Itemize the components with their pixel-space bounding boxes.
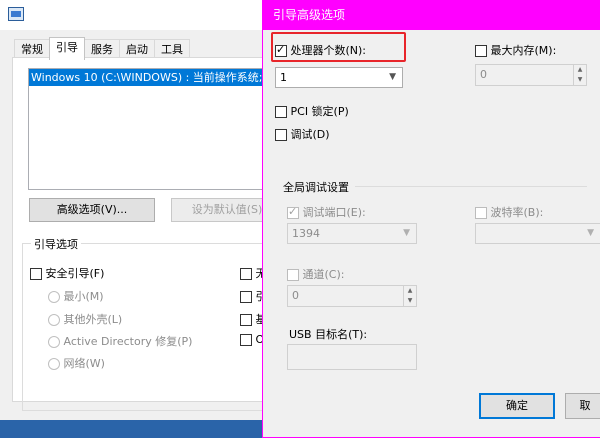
max-memory-label: 最大内存(M): [490, 44, 557, 57]
max-memory-value: 0 [480, 68, 487, 81]
cancel-button[interactable]: 取 [565, 393, 600, 419]
radio-ad-repair-option[interactable]: Active Directory 修复(P) [48, 333, 192, 349]
stepper-arrows-icon[interactable]: ▲ ▼ [403, 286, 416, 306]
baud-rate-checkbox[interactable] [475, 207, 487, 219]
radio-network-option[interactable]: 网络(W) [48, 355, 105, 371]
window-titlebar [0, 0, 271, 30]
channel-value: 0 [292, 289, 299, 302]
radio-ad-repair[interactable] [48, 336, 60, 348]
os-list[interactable]: Windows 10 (C:\WINDOWS) : 当前操作系统; 默 [28, 68, 278, 190]
radio-network-label: 网络(W) [63, 357, 105, 370]
ok-button[interactable]: 确定 [479, 393, 555, 419]
dialog-titlebar[interactable]: 引导高级选项 [263, 1, 600, 30]
channel-option[interactable]: 通道(C): [287, 266, 344, 282]
num-processors-select[interactable]: 1 ▼ [275, 67, 403, 88]
right-checkbox-4[interactable] [240, 334, 252, 346]
global-debug-label: 全局调试设置 [283, 181, 349, 194]
usb-target-input[interactable] [287, 344, 417, 370]
right-option-4[interactable]: O [240, 333, 264, 346]
num-processors-value: 1 [280, 71, 287, 84]
dialog-body: 处理器个数(N): 1 ▼ 最大内存(M): 0 ▲▼ PCI 锁定(P) 调试… [263, 30, 600, 437]
pci-lock-checkbox[interactable] [275, 106, 287, 118]
tab-boot[interactable]: 引导 [49, 37, 85, 60]
debug-checkbox[interactable] [275, 129, 287, 141]
radio-alt-shell[interactable] [48, 314, 60, 326]
max-memory-option[interactable]: 最大内存(M): [475, 42, 556, 58]
system-configuration-window: 常规 引导 服务 启动 工具 Windows 10 (C:\WINDOWS) :… [0, 0, 283, 420]
section-divider [355, 186, 587, 187]
channel-stepper[interactable]: 0 ▲ ▼ [287, 285, 417, 307]
boot-advanced-options-dialog: 引导高级选项 处理器个数(N): 1 ▼ 最大内存(M): 0 ▲▼ PCI 锁… [262, 0, 600, 438]
debug-port-checkbox[interactable] [287, 205, 299, 219]
debug-port-value: 1394 [292, 227, 320, 240]
max-memory-checkbox[interactable] [475, 45, 487, 57]
window-body: 常规 引导 服务 启动 工具 Windows 10 (C:\WINDOWS) :… [0, 30, 283, 420]
pci-lock-label: PCI 锁定(P) [290, 105, 349, 118]
radio-alt-shell-label: 其他外壳(L) [63, 313, 123, 326]
usb-target-label: USB 目标名(T): [289, 328, 368, 341]
chevron-down-icon: ▼ [587, 228, 594, 238]
safe-boot-label: 安全引导(F) [45, 267, 105, 280]
right-checkbox-1[interactable] [240, 268, 252, 280]
os-list-item[interactable]: Windows 10 (C:\WINDOWS) : 当前操作系统; 默 [29, 69, 277, 86]
debug-label: 调试(D) [290, 128, 330, 141]
radio-network[interactable] [48, 358, 60, 370]
right-checkbox-2[interactable] [240, 291, 252, 303]
radio-minimal[interactable] [48, 291, 60, 303]
baud-rate-label: 波特率(B): [490, 206, 544, 219]
radio-minimal-option[interactable]: 最小(M) [48, 288, 104, 304]
max-memory-stepper[interactable]: 0 ▲ ▼ [475, 64, 587, 86]
radio-ad-repair-label: Active Directory 修复(P) [63, 335, 193, 348]
boot-options-label: 引导选项 [31, 236, 81, 252]
radio-alt-shell-option[interactable]: 其他外壳(L) [48, 311, 122, 327]
radio-minimal-label: 最小(M) [63, 290, 104, 303]
channel-label: 通道(C): [302, 268, 345, 281]
safe-boot-checkbox[interactable] [30, 268, 42, 280]
debug-port-select[interactable]: 1394 ▼ [287, 223, 417, 244]
app-icon [8, 7, 24, 21]
chevron-down-icon: ▼ [403, 228, 410, 238]
baud-rate-select[interactable]: ▼ [475, 223, 600, 244]
baud-rate-option[interactable]: 波特率(B): [475, 204, 543, 220]
debug-option[interactable]: 调试(D) [275, 126, 330, 142]
chevron-down-icon: ▼ [389, 72, 396, 82]
tab-strip: 常规 引导 服务 启动 工具 [14, 37, 190, 60]
stepper-arrows-icon[interactable]: ▲ ▼ [573, 65, 586, 85]
channel-checkbox[interactable] [287, 269, 299, 281]
right-checkbox-3[interactable] [240, 314, 252, 326]
advanced-options-button[interactable]: 高级选项(V)... [29, 198, 155, 222]
safe-boot-option[interactable]: 安全引导(F) [30, 265, 104, 281]
pci-lock-option[interactable]: PCI 锁定(P) [275, 103, 349, 119]
debug-port-label: 调试端口(E): [302, 206, 366, 219]
annotation-highlight-box [271, 32, 406, 62]
debug-port-option[interactable]: 调试端口(E): [287, 204, 366, 220]
